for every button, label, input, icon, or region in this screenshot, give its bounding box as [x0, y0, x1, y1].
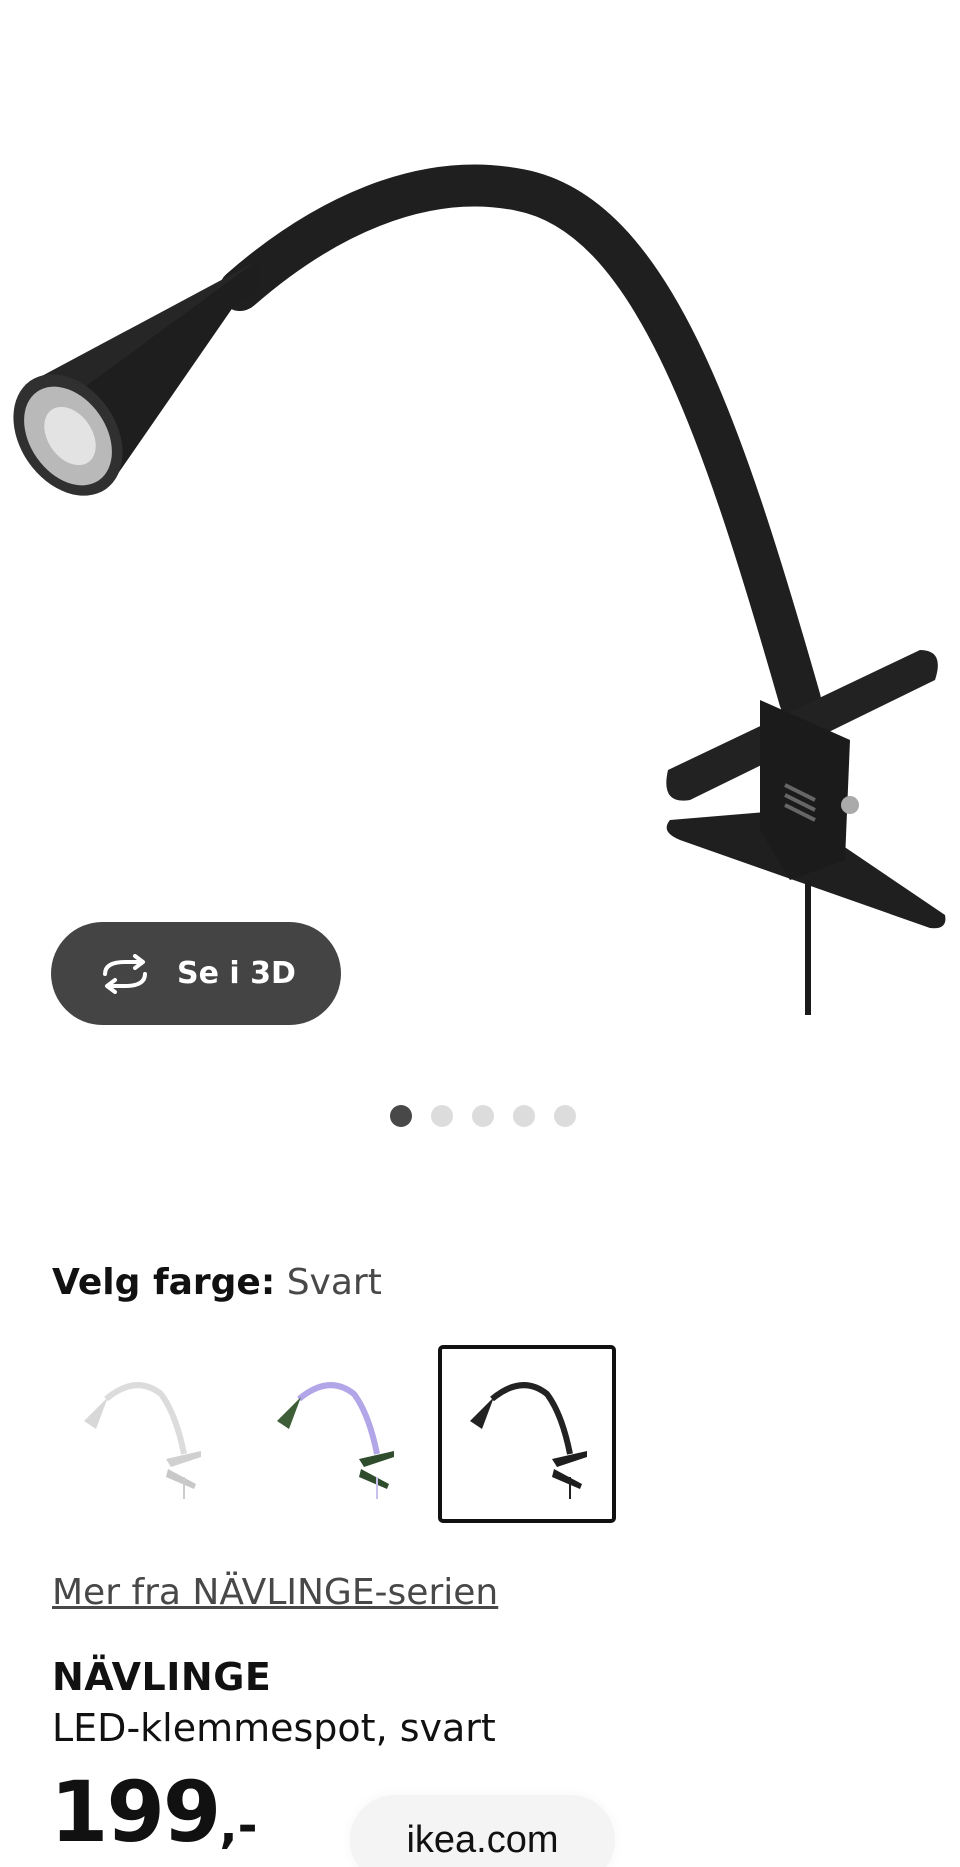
url-text: ikea.com	[406, 1818, 559, 1861]
carousel-dot[interactable]	[431, 1105, 453, 1127]
carousel-dot[interactable]	[472, 1105, 494, 1127]
view-in-3d-label: Se i 3D	[177, 956, 296, 991]
carousel-dot[interactable]	[390, 1105, 412, 1127]
color-label: Velg farge:	[52, 1262, 276, 1303]
color-swatch-green[interactable]	[245, 1345, 423, 1523]
lamp-thumbnail-white	[84, 1382, 201, 1499]
product-price: 199 ,-	[50, 1770, 258, 1854]
carousel-dot[interactable]	[554, 1105, 576, 1127]
product-name: NÄVLINGE	[52, 1655, 272, 1699]
price-amount: 199	[50, 1763, 221, 1861]
price-suffix: ,-	[219, 1798, 258, 1854]
lamp-thumbnail-green	[277, 1382, 394, 1499]
color-swatch-white[interactable]	[52, 1345, 230, 1523]
product-image-gallery[interactable]: Se i 3D	[0, 0, 960, 1150]
view-in-3d-button[interactable]: Se i 3D	[51, 922, 341, 1025]
color-swatches	[52, 1345, 616, 1523]
lamp-thumbnail-black	[470, 1382, 587, 1499]
carousel-dot[interactable]	[513, 1105, 535, 1127]
selected-color-value: Svart	[286, 1262, 382, 1303]
color-swatch-black[interactable]	[438, 1345, 616, 1523]
product-description: LED-klemmespot, svart	[52, 1706, 496, 1750]
product-image[interactable]	[0, 0, 960, 1080]
series-link[interactable]: Mer fra NÄVLINGE-serien	[52, 1572, 498, 1613]
browser-url-bar[interactable]: ikea.com	[350, 1795, 615, 1867]
color-selector-label: Velg farge: Svart	[52, 1262, 382, 1303]
rotate-3d-icon	[103, 953, 147, 994]
carousel-pagination	[390, 1105, 576, 1127]
